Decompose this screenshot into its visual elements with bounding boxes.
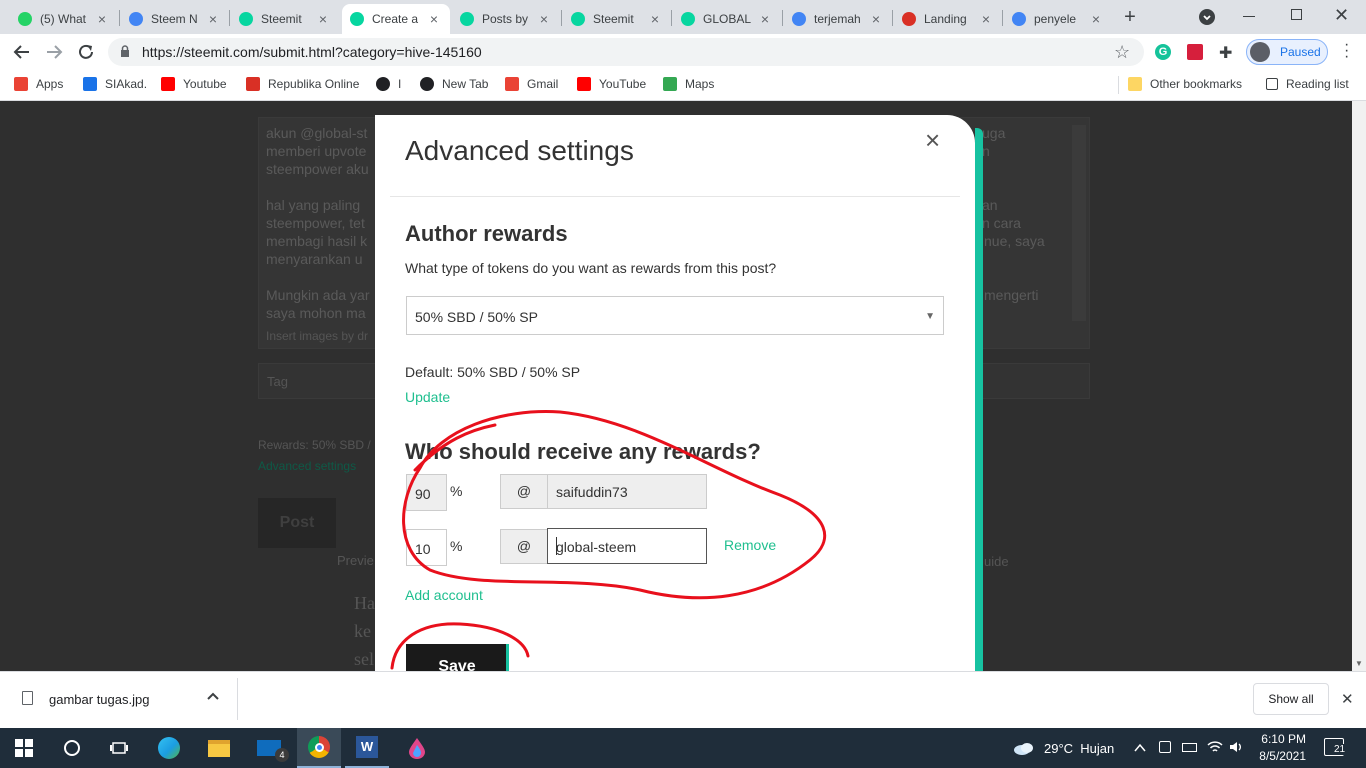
annotation-beneficiary-circle bbox=[402, 410, 827, 600]
weather-text[interactable]: 29°C Hujan bbox=[1044, 741, 1114, 756]
annotation-save-circle bbox=[390, 622, 530, 670]
weather-cloud-icon[interactable] bbox=[1012, 728, 1036, 768]
paint-drop-icon[interactable] bbox=[395, 728, 439, 768]
mail-icon[interactable]: 4 bbox=[247, 728, 291, 768]
clock-time: 6:10 PM bbox=[1261, 732, 1306, 746]
downloads-divider bbox=[237, 678, 238, 720]
file-icon bbox=[22, 691, 33, 705]
tray-camera-icon[interactable] bbox=[1159, 741, 1171, 753]
task-view-icon[interactable] bbox=[97, 728, 141, 768]
chrome-icon[interactable] bbox=[297, 728, 341, 768]
clock-date: 8/5/2021 bbox=[1259, 749, 1306, 763]
mail-badge: 4 bbox=[275, 748, 289, 762]
download-options-chevron-icon[interactable] bbox=[206, 690, 220, 704]
battery-icon[interactable] bbox=[1182, 743, 1197, 752]
windows-start-icon[interactable] bbox=[0, 728, 48, 768]
search-icon[interactable] bbox=[50, 728, 94, 768]
close-downloads-icon[interactable]: ✕ bbox=[1341, 690, 1354, 708]
show-all-button[interactable]: Show all bbox=[1253, 683, 1329, 715]
wifi-icon[interactable] bbox=[1207, 740, 1223, 754]
volume-icon[interactable] bbox=[1229, 740, 1245, 754]
download-file-name[interactable]: gambar tugas.jpg bbox=[49, 692, 149, 707]
clock[interactable]: 6:10 PM 8/5/2021 bbox=[1256, 731, 1306, 765]
notifications-icon[interactable]: 21 bbox=[1324, 738, 1347, 756]
downloads-bar bbox=[0, 671, 1366, 728]
red-annotation-circles bbox=[390, 410, 827, 670]
edge-icon[interactable] bbox=[147, 728, 191, 768]
tray-chevron-icon[interactable] bbox=[1133, 742, 1147, 754]
file-explorer-icon[interactable] bbox=[197, 728, 241, 768]
notifications-count: 21 bbox=[1333, 744, 1347, 755]
word-icon[interactable]: W bbox=[345, 728, 389, 768]
